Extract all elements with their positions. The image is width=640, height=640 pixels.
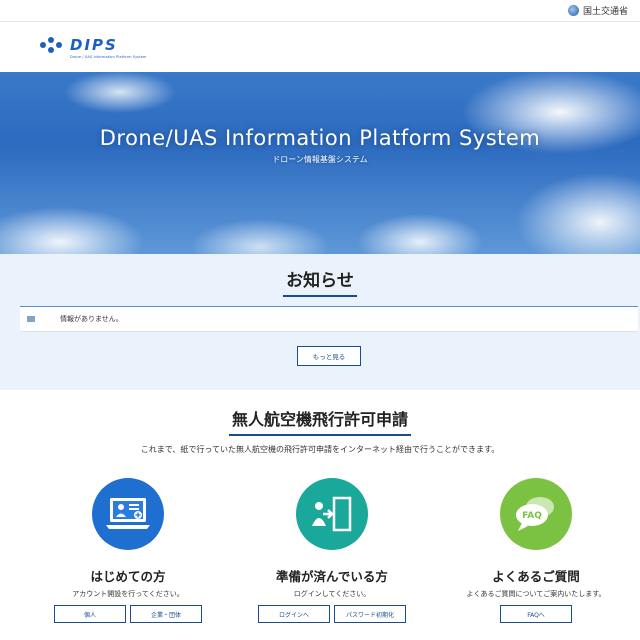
application-section: 無人航空機飛行許可申請 これまで、紙で行っていた無人航空機の飛行許可申請をインタ… [0, 390, 640, 455]
svg-text:FAQ: FAQ [522, 511, 542, 521]
ministry-label: 国土交通省 [582, 7, 628, 17]
dips-logo[interactable]: DIPS Drone / UAS Information Platform Sy… [40, 36, 146, 59]
ministry-link[interactable]: 国土交通省 [567, 4, 628, 17]
hero-title: Drone/UAS Information Platform System [99, 126, 541, 150]
news-list-item: 情報がありません。 [20, 306, 638, 332]
news-heading: お知らせ [283, 266, 357, 297]
more-news-button[interactable]: もっと見る [297, 346, 361, 366]
news-section: お知らせ 情報がありません。 もっと見る [0, 254, 640, 390]
card-ready: 準備が済んでいる方 ログインしてください。 ログインへ パスワード初期化 [222, 478, 442, 623]
card-first-time-title: はじめての方 [90, 569, 166, 584]
site-header: DIPS Drone / UAS Information Platform Sy… [0, 22, 640, 72]
card-faq-title: よくあるご質問 [492, 569, 580, 584]
dips-logo-dots-icon [40, 36, 66, 53]
card-first-time: はじめての方 アカウント開設を行ってください。 個人 企業・団体 [18, 478, 238, 623]
dips-logo-subtitle: Drone / UAS Information Platform System [70, 54, 147, 59]
card-first-time-desc: アカウント開設を行ってください。 [72, 590, 184, 598]
faq-button[interactable]: FAQへ [500, 605, 572, 623]
hero-subtitle: ドローン情報基盤システム [272, 155, 368, 164]
top-bar: 国土交通省 [0, 0, 640, 22]
faq-bubble-icon: FAQ [500, 478, 572, 550]
news-item-text: 情報がありません。 [60, 315, 123, 323]
news-list-icon [27, 316, 35, 322]
individual-signup-button[interactable]: 個人 [54, 605, 126, 623]
entry-cards: はじめての方 アカウント開設を行ってください。 個人 企業・団体 準備が済んでい… [0, 478, 640, 640]
application-description: これまで、紙で行っていた無人航空機の飛行許可申請をインターネット経由で行うことが… [140, 445, 500, 454]
dips-logo-word: DIPS [70, 35, 118, 54]
hero-banner: Drone/UAS Information Platform System ドロ… [0, 72, 640, 254]
ministry-logo-icon [567, 5, 579, 16]
card-ready-title: 準備が済んでいる方 [276, 569, 388, 584]
card-ready-desc: ログインしてください。 [293, 590, 371, 598]
card-faq-desc: よくあるご質問についてご案内いたします。 [466, 590, 606, 598]
password-reset-button[interactable]: パスワード初期化 [334, 605, 406, 623]
organization-signup-button[interactable]: 企業・団体 [130, 605, 202, 623]
login-door-icon [296, 478, 368, 550]
application-heading: 無人航空機飛行許可申請 [228, 406, 411, 436]
laptop-user-icon [92, 478, 164, 550]
card-faq: FAQ よくあるご質問 よくあるご質問についてご案内いたします。 FAQへ [426, 478, 640, 623]
login-button[interactable]: ログインへ [258, 605, 330, 623]
